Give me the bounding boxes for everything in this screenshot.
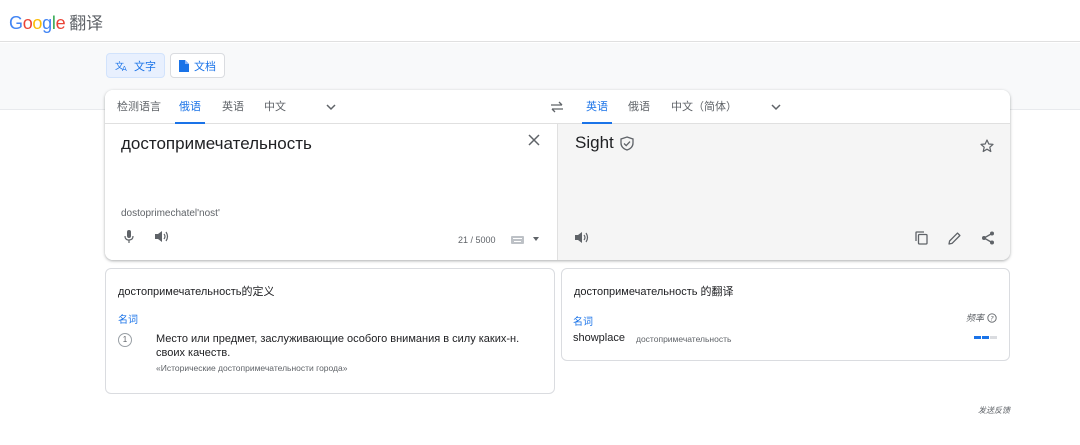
source-lang-russian[interactable]: 俄语 bbox=[175, 90, 205, 124]
translation-card: 检测语言 俄语 英语 中文 英语 俄语 中文（简体） достопримечат… bbox=[105, 90, 1010, 260]
source-lang-chinese[interactable]: 中文 bbox=[264, 90, 286, 124]
svg-text:?: ? bbox=[990, 314, 994, 322]
frequency-bar bbox=[974, 336, 981, 339]
share-icon[interactable] bbox=[981, 231, 995, 245]
frequency-label: 频率 bbox=[965, 313, 984, 323]
definition-example: «Исторические достопримечательности горо… bbox=[156, 363, 348, 373]
source-lang-detect[interactable]: 检测语言 bbox=[117, 90, 161, 124]
document-icon bbox=[179, 59, 189, 72]
target-pane: Sight bbox=[557, 124, 1010, 260]
frequency-header: 频率 ? bbox=[966, 311, 997, 324]
edit-pencil-icon[interactable] bbox=[948, 232, 961, 245]
target-lang-chevron-down-icon[interactable] bbox=[770, 101, 782, 113]
svg-text:A: A bbox=[122, 65, 127, 72]
source-lang-chevron-down-icon[interactable] bbox=[325, 101, 337, 113]
definition-text-line-2: своих качеств. bbox=[156, 347, 231, 359]
definition-text-line-1: Место или предмет, заслуживающие особого… bbox=[156, 333, 520, 345]
text-mode-label: 文字 bbox=[134, 60, 156, 73]
translations-part-of-speech: 名词 bbox=[573, 317, 593, 328]
input-tools-chevron-down-icon[interactable] bbox=[533, 237, 539, 242]
verified-shield-icon[interactable] bbox=[620, 135, 634, 151]
docs-mode-button[interactable]: 文档 bbox=[170, 53, 225, 78]
text-mode-button[interactable]: 文 A 文字 bbox=[106, 53, 165, 78]
source-listen-icon[interactable] bbox=[155, 230, 170, 243]
target-lang-english[interactable]: 英语 bbox=[582, 90, 612, 124]
definition-number: 1 bbox=[118, 333, 132, 347]
product-name: 翻译 bbox=[69, 14, 103, 33]
translation-output: Sight bbox=[575, 133, 634, 153]
frequency-bar bbox=[982, 336, 989, 339]
definitions-panel: достопримечательность的定义 名词 1 Место или … bbox=[105, 268, 555, 394]
translate-icon: 文 A bbox=[115, 60, 127, 72]
back-translation: достопримечательность bbox=[636, 334, 732, 344]
source-lang-english[interactable]: 英语 bbox=[222, 90, 244, 124]
clear-text-icon[interactable] bbox=[528, 134, 540, 146]
target-lang-russian[interactable]: 俄语 bbox=[628, 90, 650, 124]
keyboard-icon[interactable] bbox=[511, 236, 524, 244]
definitions-title: достопримечательность的定义 bbox=[118, 286, 275, 298]
google-translate-logo[interactable]: Google 翻译 bbox=[9, 9, 103, 34]
brand-wordmark: Google bbox=[9, 13, 66, 33]
swap-languages-icon[interactable] bbox=[550, 101, 564, 113]
translations-panel: достопримечательность 的翻译 名词 频率 ? showpl… bbox=[561, 268, 1010, 361]
source-pane: достопримечательность dostoprimechatel'n… bbox=[105, 124, 557, 260]
send-feedback-link[interactable]: 发送反馈 bbox=[978, 405, 1010, 416]
definitions-part-of-speech: 名词 bbox=[118, 315, 138, 326]
help-circle-icon[interactable]: ? bbox=[987, 312, 997, 323]
frequency-bar bbox=[990, 336, 997, 339]
copy-icon[interactable] bbox=[915, 231, 928, 245]
transliteration: dostoprimechatel'nost' bbox=[121, 208, 220, 219]
language-bar: 检测语言 俄语 英语 中文 英语 俄语 中文（简体） bbox=[105, 90, 1010, 124]
source-text-input[interactable]: достопримечательность bbox=[121, 134, 312, 154]
translations-title: достопримечательность 的翻译 bbox=[574, 286, 734, 298]
translation-text: Sight bbox=[575, 133, 614, 152]
target-lang-chinese-simplified[interactable]: 中文（简体） bbox=[671, 90, 737, 124]
translation-word[interactable]: showplace bbox=[573, 332, 625, 344]
docs-mode-label: 文档 bbox=[194, 60, 216, 73]
character-counter: 21 / 5000 bbox=[458, 235, 496, 245]
target-listen-icon[interactable] bbox=[575, 231, 590, 244]
frequency-bars bbox=[974, 336, 997, 339]
star-icon[interactable] bbox=[980, 139, 994, 153]
microphone-icon[interactable] bbox=[124, 230, 134, 244]
top-app-bar: Google 翻译 bbox=[0, 0, 1080, 42]
